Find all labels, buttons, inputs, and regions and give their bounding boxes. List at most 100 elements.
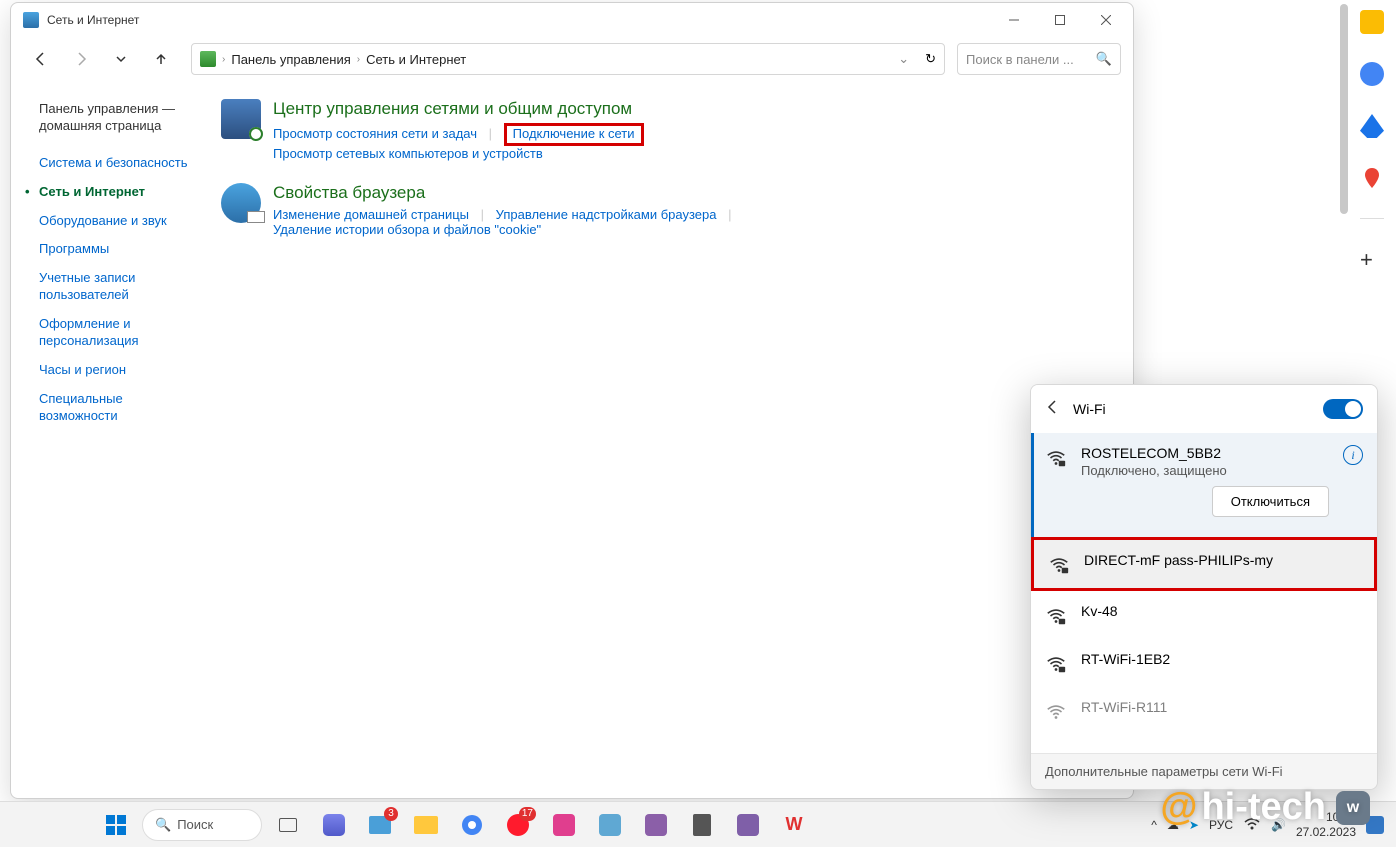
control-panel-window: Сеть и Интернет › Панель управления › Се… bbox=[10, 2, 1134, 799]
tasks-icon[interactable] bbox=[1360, 62, 1384, 86]
search-placeholder: Поиск в панели ... bbox=[966, 52, 1096, 67]
add-icon[interactable]: + bbox=[1360, 247, 1384, 271]
chat-icon[interactable] bbox=[314, 805, 354, 845]
wifi-popup: Wi-Fi ROSTELECOM_5BB2 Подключено, защище… bbox=[1030, 384, 1378, 790]
wifi-ssid: DIRECT-mF pass-PHILIPs-my bbox=[1084, 552, 1360, 568]
wifi-network-item[interactable]: RT-WiFi-1EB2 bbox=[1031, 639, 1377, 687]
disconnect-button[interactable]: Отключиться bbox=[1212, 486, 1329, 517]
window-icon bbox=[23, 12, 39, 28]
breadcrumb-current[interactable]: Сеть и Интернет bbox=[366, 52, 466, 67]
window-title: Сеть и Интернет bbox=[47, 13, 991, 27]
contacts-icon[interactable] bbox=[1360, 114, 1384, 138]
highlight-box: Подключение к сети bbox=[504, 123, 644, 146]
sidebar-home-link[interactable]: Панель управления — домашняя страница bbox=[39, 101, 199, 135]
sidebar-item-appearance[interactable]: Оформление и персонализация bbox=[39, 316, 199, 350]
sidebar-item-network[interactable]: Сеть и Интернет bbox=[39, 184, 199, 201]
nav-forward-button[interactable] bbox=[63, 41, 99, 77]
search-icon: 🔍 bbox=[1096, 51, 1112, 67]
vk-icon: w bbox=[1336, 791, 1370, 825]
start-button[interactable] bbox=[96, 805, 136, 845]
network-sharing-icon bbox=[221, 99, 261, 139]
sidebar-item-programs[interactable]: Программы bbox=[39, 241, 199, 258]
link-view-devices[interactable]: Просмотр сетевых компьютеров и устройств bbox=[273, 146, 543, 161]
chevron-right-icon: › bbox=[222, 54, 225, 65]
keep-icon[interactable] bbox=[1360, 10, 1384, 34]
browser-icon bbox=[221, 183, 261, 223]
monitor-icon[interactable]: 3 bbox=[360, 805, 400, 845]
maps-icon[interactable] bbox=[1360, 166, 1384, 190]
breadcrumb-root[interactable]: Панель управления bbox=[231, 52, 350, 67]
wifi-ssid: RT-WiFi-1EB2 bbox=[1081, 651, 1363, 667]
wifi-ssid: Kv-48 bbox=[1081, 603, 1363, 619]
sidebar-item-accounts[interactable]: Учетные записи пользователей bbox=[39, 270, 199, 304]
wifi-lock-icon bbox=[1048, 554, 1070, 576]
paint-icon[interactable] bbox=[590, 805, 630, 845]
task-view-button[interactable] bbox=[268, 805, 308, 845]
close-button[interactable] bbox=[1083, 4, 1129, 36]
wifi-toggle[interactable] bbox=[1323, 399, 1363, 419]
chevron-right-icon: › bbox=[357, 54, 360, 65]
link-connect-network[interactable]: Подключение к сети bbox=[513, 126, 635, 141]
wifi-footer-link[interactable]: Дополнительные параметры сети Wi-Fi bbox=[1031, 753, 1377, 789]
nav-recent-button[interactable] bbox=[103, 41, 139, 77]
link-addons[interactable]: Управление надстройками браузера bbox=[496, 207, 717, 222]
chrome-icon[interactable] bbox=[452, 805, 492, 845]
watermark-at: @ bbox=[1160, 786, 1197, 829]
search-icon: 🔍 bbox=[155, 817, 171, 833]
wifi-network-item[interactable]: RT-WiFi-R111 bbox=[1031, 687, 1377, 735]
titlebar: Сеть и Интернет bbox=[11, 3, 1133, 37]
wifi-title: Wi-Fi bbox=[1073, 401, 1323, 417]
nav-up-button[interactable] bbox=[143, 41, 179, 77]
sidebar-item-clock[interactable]: Часы и регион bbox=[39, 362, 199, 379]
addr-dropdown-icon[interactable]: ⌄ bbox=[898, 51, 909, 67]
sidebar-item-system[interactable]: Система и безопасность bbox=[39, 155, 199, 172]
navbar: › Панель управления › Сеть и Интернет ⌄ … bbox=[11, 37, 1133, 81]
page-scrollbar[interactable] bbox=[1340, 4, 1348, 214]
control-panel-icon bbox=[200, 51, 216, 67]
explorer-icon[interactable] bbox=[406, 805, 446, 845]
section-network-sharing: Центр управления сетями и общим доступом… bbox=[221, 99, 1123, 161]
section-links: Просмотр состояния сети и задач | Подклю… bbox=[273, 123, 644, 161]
wifi-lock-icon bbox=[1045, 447, 1067, 469]
wifi-lock-icon bbox=[1045, 701, 1067, 723]
wifi-status: Подключено, защищено bbox=[1081, 463, 1329, 478]
section-browser: Свойства браузера Изменение домашней стр… bbox=[221, 183, 1123, 237]
app-icon-2[interactable] bbox=[636, 805, 676, 845]
wifi-header: Wi-Fi bbox=[1031, 385, 1377, 433]
wifi-back-button[interactable] bbox=[1045, 399, 1073, 420]
sidebar: Панель управления — домашняя страница Си… bbox=[11, 81, 211, 798]
maximize-button[interactable] bbox=[1037, 4, 1083, 36]
wifi-lock-icon bbox=[1045, 605, 1067, 627]
wifi-network-connected[interactable]: ROSTELECOM_5BB2 Подключено, защищено Отк… bbox=[1031, 433, 1377, 537]
taskbar-search[interactable]: 🔍Поиск bbox=[142, 809, 262, 841]
sidebar-item-access[interactable]: Специальные возможности bbox=[39, 391, 199, 425]
app-icon-3[interactable] bbox=[728, 805, 768, 845]
wifi-network-item[interactable]: Kv-48 bbox=[1031, 591, 1377, 639]
link-homepage[interactable]: Изменение домашней страницы bbox=[273, 207, 469, 222]
address-bar[interactable]: › Панель управления › Сеть и Интернет ⌄ … bbox=[191, 43, 945, 75]
search-box[interactable]: Поиск в панели ... 🔍 bbox=[957, 43, 1121, 75]
link-history[interactable]: Удаление истории обзора и файлов "cookie… bbox=[273, 222, 541, 237]
info-icon[interactable]: i bbox=[1343, 445, 1363, 465]
watermark: @ hi-tech w bbox=[1160, 786, 1370, 829]
wps-icon[interactable]: W bbox=[774, 805, 814, 845]
minimize-button[interactable] bbox=[991, 4, 1037, 36]
section-title[interactable]: Свойства браузера bbox=[273, 183, 740, 203]
link-view-status[interactable]: Просмотр состояния сети и задач bbox=[273, 126, 477, 141]
app-icon-1[interactable] bbox=[544, 805, 584, 845]
section-title[interactable]: Центр управления сетями и общим доступом bbox=[273, 99, 644, 119]
watermark-text: hi-tech bbox=[1201, 786, 1326, 829]
opera-icon[interactable]: 17 bbox=[498, 805, 538, 845]
tray-chevron-icon[interactable]: ^ bbox=[1151, 818, 1157, 832]
wifi-ssid: ROSTELECOM_5BB2 bbox=[1081, 445, 1329, 461]
refresh-icon[interactable]: ↻ bbox=[925, 51, 936, 67]
nav-back-button[interactable] bbox=[23, 41, 59, 77]
wifi-lock-icon bbox=[1045, 653, 1067, 675]
sidebar-item-hardware[interactable]: Оборудование и звук bbox=[39, 213, 199, 230]
section-links: Изменение домашней страницы | Управление… bbox=[273, 207, 740, 237]
wifi-network-item[interactable]: DIRECT-mF pass-PHILIPs-my bbox=[1031, 537, 1377, 591]
wifi-list: ROSTELECOM_5BB2 Подключено, защищено Отк… bbox=[1031, 433, 1377, 753]
wifi-ssid: RT-WiFi-R111 bbox=[1081, 699, 1363, 715]
main-content: Центр управления сетями и общим доступом… bbox=[211, 81, 1133, 798]
calc-icon[interactable] bbox=[682, 805, 722, 845]
